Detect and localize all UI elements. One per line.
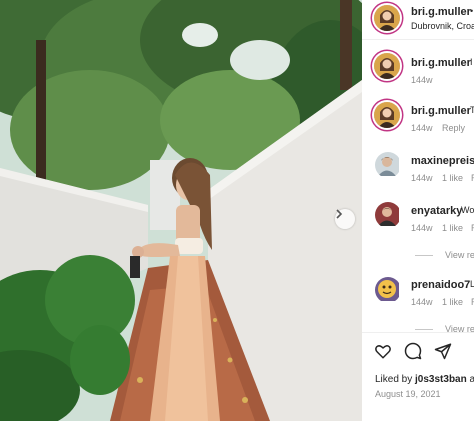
post-photo[interactable] bbox=[0, 0, 362, 421]
comment-text: T bbox=[470, 105, 474, 115]
comment-likes[interactable]: 1 like bbox=[442, 223, 463, 233]
avatar-image bbox=[375, 277, 399, 301]
comment-username[interactable]: bri.g.muller bbox=[411, 57, 471, 69]
liked-suffix: a bbox=[469, 374, 474, 385]
next-photo-button[interactable] bbox=[335, 209, 355, 229]
view-replies-button[interactable]: View re bbox=[415, 250, 474, 260]
comment-username[interactable]: enyatarky bbox=[411, 205, 462, 217]
comment-avatar[interactable] bbox=[374, 53, 400, 79]
comment-likes[interactable]: 1 like bbox=[442, 173, 463, 183]
comment-likes[interactable]: 1 like bbox=[442, 297, 463, 307]
comment-username[interactable]: prenaidoo7 bbox=[411, 279, 470, 291]
heart-icon[interactable] bbox=[374, 342, 392, 360]
comment-avatar[interactable] bbox=[375, 202, 401, 228]
comment-avatar[interactable] bbox=[375, 152, 401, 178]
header-dot: • bbox=[470, 6, 474, 16]
post-header: bri.g.muller • Dubrovnik, Croa bbox=[362, 0, 474, 40]
share-icon[interactable] bbox=[434, 342, 452, 360]
author-username[interactable]: bri.g.muller bbox=[411, 6, 471, 18]
liked-prefix: Liked by bbox=[375, 374, 416, 385]
post-location[interactable]: Dubrovnik, Croa bbox=[411, 21, 474, 31]
avatar-image bbox=[375, 152, 399, 176]
comment-avatar[interactable] bbox=[374, 102, 400, 128]
chevron-right-icon bbox=[336, 209, 343, 219]
liked-by: Liked by j0s3st3ban a bbox=[375, 374, 474, 385]
comments-panel: bri.g.muller • Dubrovnik, Croa bri.g.mul… bbox=[362, 0, 474, 421]
comment-time[interactable]: 144w bbox=[411, 123, 433, 133]
reply-button[interactable]: Reply bbox=[442, 123, 465, 133]
comment-text: L bbox=[470, 279, 474, 289]
avatar-image bbox=[374, 53, 400, 79]
post-modal: bri.g.muller • Dubrovnik, Croa bri.g.mul… bbox=[0, 0, 474, 421]
avatar-image bbox=[375, 202, 399, 226]
avatar-image bbox=[374, 5, 400, 31]
actions-divider bbox=[362, 332, 474, 333]
comment-username[interactable]: bri.g.muller bbox=[411, 105, 471, 117]
photo-illustration bbox=[0, 0, 362, 421]
comment-time[interactable]: 144w bbox=[411, 297, 433, 307]
comment-icon[interactable] bbox=[404, 342, 422, 360]
author-avatar[interactable] bbox=[374, 5, 400, 31]
comment-text: Wo bbox=[461, 205, 474, 215]
post-date[interactable]: August 19, 2021 bbox=[375, 389, 441, 399]
comment-username[interactable]: maxinepreiss bbox=[411, 155, 474, 167]
avatar-image bbox=[374, 102, 400, 128]
comment-time[interactable]: 144w bbox=[411, 173, 433, 183]
liked-user[interactable]: j0s3st3ban bbox=[415, 374, 467, 385]
comment-time[interactable]: 144w bbox=[411, 223, 433, 233]
comment-time[interactable]: 144w bbox=[411, 75, 433, 85]
comment-avatar[interactable] bbox=[375, 277, 401, 303]
post-actions bbox=[374, 342, 452, 360]
comment-text: I bbox=[470, 57, 473, 67]
